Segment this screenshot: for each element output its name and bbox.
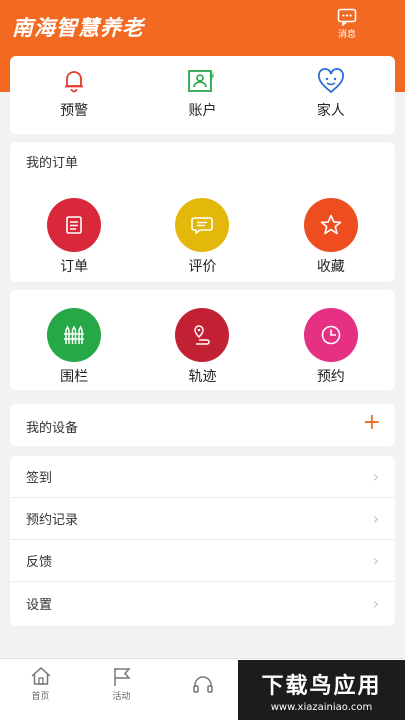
account-label: 账户 (188, 103, 217, 119)
nav-activity[interactable]: 活动 (81, 659, 162, 720)
watermark-title: 下载鸟应用 (261, 673, 382, 699)
chevron-right-icon: › (372, 509, 379, 528)
app-title: 南海智慧养老 (12, 15, 144, 40)
settings-label: 设置 (26, 597, 53, 613)
fence-label: 围栏 (60, 369, 89, 385)
menu-list: 签到 › 预约记录 › 反馈 › 设置 › (10, 456, 395, 626)
bell-icon (65, 71, 84, 93)
fence-icon (47, 308, 102, 362)
tools-row: 围栏 轨迹 预约 (10, 308, 395, 386)
orders-row: 订单 评价 收藏 (10, 198, 395, 276)
devices-label: 我的设备 (26, 421, 79, 436)
chevron-right-icon: › (372, 551, 379, 570)
review-button[interactable]: 评价 (138, 198, 266, 276)
smile-heart-icon (317, 68, 344, 94)
watermark-url: www.xiazainiao.com (270, 701, 373, 713)
orders-title: 我的订单 (26, 156, 79, 171)
nav-service[interactable] (162, 659, 243, 720)
chevron-right-icon: › (372, 593, 379, 613)
order-list-icon (47, 198, 102, 252)
message-label: 消息 (337, 30, 356, 40)
orders-label: 订单 (60, 259, 89, 275)
chat-bubble-icon (337, 8, 357, 26)
nav-home-label: 首页 (31, 692, 50, 702)
favorites-button[interactable]: 收藏 (267, 198, 395, 276)
appointment-records-label: 预约记录 (26, 513, 79, 528)
nav-activity-label: 活动 (112, 692, 131, 702)
flag-icon (113, 668, 131, 686)
review-label: 评价 (188, 259, 217, 275)
family-button[interactable]: 家人 (267, 56, 395, 134)
tools-card: 围栏 轨迹 预约 (10, 290, 395, 390)
track-icon (175, 308, 230, 362)
list-item-appointment-records[interactable]: 预约记录 › (10, 498, 395, 540)
orders-button[interactable]: 订单 (10, 198, 138, 276)
track-button[interactable]: 轨迹 (138, 308, 266, 386)
family-label: 家人 (316, 103, 345, 119)
list-item-feedback[interactable]: 反馈 › (10, 540, 395, 582)
my-orders-card: 我的订单 订单 评价 收藏 (10, 142, 395, 282)
clock-icon (303, 308, 358, 362)
alert-label: 预警 (60, 103, 89, 119)
favorites-label: 收藏 (316, 259, 345, 275)
account-card-icon: ¥ (188, 70, 215, 92)
comment-icon (175, 198, 230, 252)
quick-actions-card: 预警 ¥ 账户 家人 (10, 56, 395, 134)
message-button[interactable]: 消息 (331, 8, 363, 40)
checkin-label: 签到 (26, 471, 53, 486)
appointment-label: 预约 (316, 369, 345, 385)
watermark-logo: 下载鸟应用 www.xiazainiao.com (238, 660, 405, 720)
star-icon (303, 198, 358, 252)
list-item-checkin[interactable]: 签到 › (10, 456, 395, 498)
my-devices-row[interactable]: 我的设备 + (10, 404, 395, 446)
headset-icon (192, 676, 213, 693)
svg-text:¥: ¥ (209, 72, 215, 82)
list-item-settings[interactable]: 设置 › (10, 582, 395, 624)
fence-button[interactable]: 围栏 (10, 308, 138, 386)
chevron-right-icon: › (372, 467, 379, 486)
plus-icon[interactable]: + (363, 411, 381, 435)
appointment-button[interactable]: 预约 (267, 308, 395, 386)
track-label: 轨迹 (188, 369, 217, 385)
alert-button[interactable]: 预警 (10, 56, 138, 134)
nav-home[interactable]: 首页 (0, 659, 81, 720)
account-button[interactable]: ¥ 账户 (138, 56, 266, 134)
home-icon (31, 666, 50, 685)
feedback-label: 反馈 (26, 555, 53, 570)
